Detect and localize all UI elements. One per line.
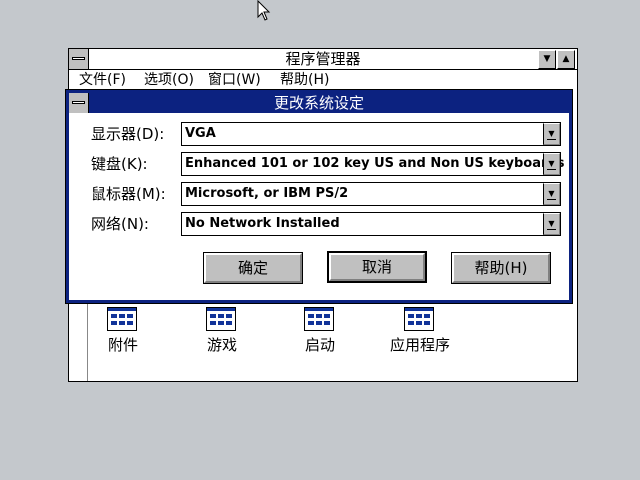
group-label: 游戏: [206, 336, 237, 354]
group-accessories[interactable]: 附件: [83, 307, 163, 367]
program-group-icon[interactable]: [107, 307, 137, 331]
network-select[interactable]: No Network Installed ▼: [181, 212, 561, 236]
program-manager-titlebar[interactable]: 程序管理器 ▼ ▲: [69, 49, 577, 70]
maximize-button[interactable]: ▲: [557, 50, 575, 69]
change-system-settings-dialog: 更改系统设定 显示器(D): VGA ▼ 键盘(K): Enhanced 101…: [65, 89, 573, 304]
group-label: 附件: [107, 336, 138, 354]
ok-button-label: 确定: [204, 253, 302, 283]
keyboard-select[interactable]: Enhanced 101 or 102 key US and Non US ke…: [181, 152, 565, 176]
network-value: No Network Installed: [185, 216, 340, 231]
group-label: 启动: [304, 336, 335, 354]
network-label: 网络(N):: [91, 215, 149, 233]
mouse-value: Microsoft, or IBM PS/2: [185, 186, 349, 201]
dropdown-arrow-icon[interactable]: ▼: [543, 123, 560, 145]
ok-button[interactable]: 确定: [203, 252, 303, 284]
menu-options[interactable]: 选项(O): [144, 70, 194, 90]
program-group-icon[interactable]: [304, 307, 334, 331]
arrow-cursor-icon: [257, 0, 271, 21]
group-games[interactable]: 游戏: [182, 307, 262, 367]
group-startup[interactable]: 启动: [280, 307, 360, 367]
cancel-button-label: 取消: [329, 253, 425, 281]
dropdown-arrow-icon[interactable]: ▼: [543, 183, 560, 205]
keyboard-label: 键盘(K):: [91, 155, 148, 173]
menu-help[interactable]: 帮助(H): [280, 70, 329, 90]
program-group-icon[interactable]: [206, 307, 236, 331]
mouse-label: 鼠标器(M):: [91, 185, 166, 203]
cancel-button[interactable]: 取消: [327, 251, 427, 283]
system-menu-icon[interactable]: [69, 49, 89, 69]
dialog-title: 更改系统设定: [273, 94, 364, 112]
display-label: 显示器(D):: [91, 125, 165, 143]
window-title: 程序管理器: [285, 50, 361, 68]
dropdown-arrow-icon[interactable]: ▼: [543, 153, 560, 175]
group-applications[interactable]: 应用程序: [380, 307, 460, 367]
menu-window[interactable]: 窗口(W): [208, 70, 261, 90]
group-label: 应用程序: [389, 336, 450, 354]
mouse-select[interactable]: Microsoft, or IBM PS/2 ▼: [181, 182, 561, 206]
help-button[interactable]: 帮助(H): [451, 252, 551, 284]
help-button-label: 帮助(H): [452, 253, 550, 283]
display-select[interactable]: VGA ▼: [181, 122, 561, 146]
menu-file[interactable]: 文件(F): [79, 70, 126, 90]
dialog-titlebar[interactable]: 更改系统设定: [69, 93, 569, 113]
minimize-button[interactable]: ▼: [538, 50, 556, 69]
display-value: VGA: [185, 126, 216, 141]
dialog-body: 更改系统设定 显示器(D): VGA ▼ 键盘(K): Enhanced 101…: [69, 93, 569, 300]
menu-bar: 文件(F) 选项(O) 窗口(W) 帮助(H): [69, 70, 577, 90]
system-menu-icon[interactable]: [69, 93, 89, 113]
program-group-icon[interactable]: [404, 307, 434, 331]
dropdown-arrow-icon[interactable]: ▼: [543, 213, 560, 235]
keyboard-value: Enhanced 101 or 102 key US and Non US ke…: [185, 156, 565, 171]
